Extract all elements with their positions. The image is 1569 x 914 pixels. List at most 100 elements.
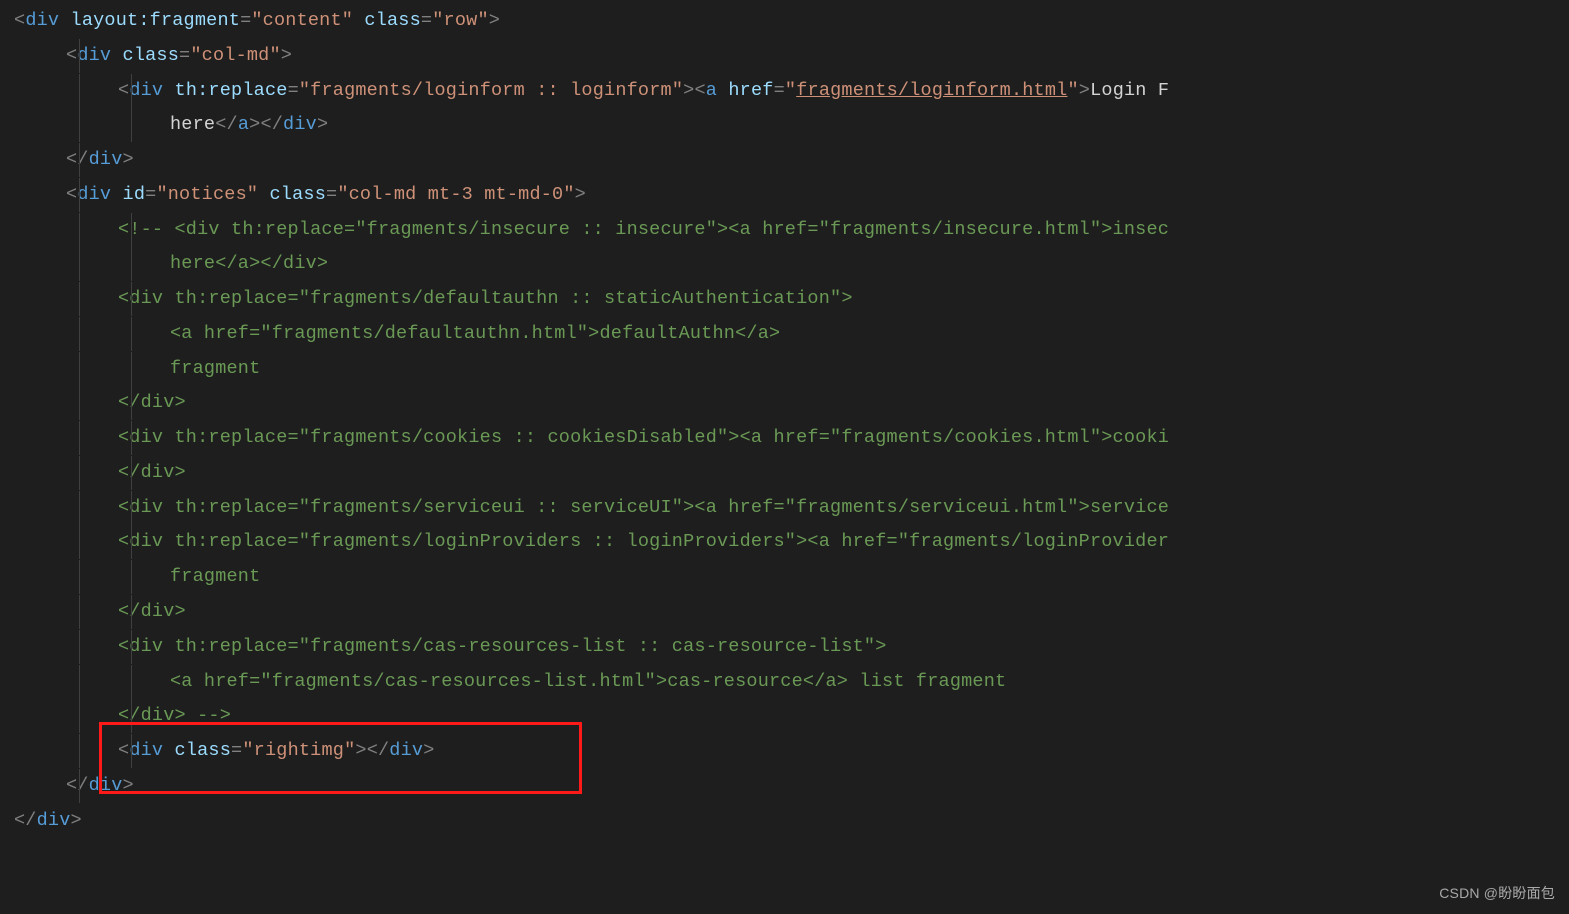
token-c: <div th:replace="fragments/cas-resources… [118, 636, 887, 657]
token-c: <div th:replace="fragments/loginProvider… [118, 531, 1169, 552]
indent-guide [79, 108, 80, 142]
token-a: class [175, 740, 232, 761]
code-line[interactable]: <div th:replace="fragments/loginform :: … [14, 74, 1569, 109]
indent-guide [79, 213, 80, 247]
indent-guide [131, 595, 132, 629]
token-c: </div> [118, 601, 186, 622]
code-line[interactable]: </div> [14, 595, 1569, 630]
code-line[interactable]: <div th:replace="fragments/cas-resources… [14, 630, 1569, 665]
indent-guide [79, 247, 80, 281]
code-line[interactable]: </div> [14, 143, 1569, 178]
token-t: div [89, 775, 123, 796]
token-c: <div th:replace="fragments/serviceui :: … [118, 497, 1169, 518]
code-line[interactable]: <div th:replace="fragments/loginProvider… [14, 525, 1569, 560]
token-p: < [118, 80, 129, 101]
code-line[interactable]: </div> [14, 386, 1569, 421]
token-t: div [283, 114, 317, 135]
token-p: < [66, 184, 77, 205]
token-t: div [129, 740, 163, 761]
code-line[interactable]: <div class="rightimg"></div> [14, 734, 1569, 769]
token-s: "col-md" [190, 45, 280, 66]
code-line[interactable]: <div layout:fragment="content" class="ro… [14, 4, 1569, 39]
token-t: a [706, 80, 717, 101]
code-line[interactable]: <div th:replace="fragments/serviceui :: … [14, 491, 1569, 526]
code-line[interactable]: <div th:replace="fragments/cookies :: co… [14, 421, 1569, 456]
token-t: div [129, 80, 163, 101]
token-p: < [118, 740, 129, 761]
token-tx [111, 45, 122, 66]
indent-guide [79, 560, 80, 594]
indent-guide [79, 143, 80, 177]
token-tx [717, 80, 728, 101]
code-line[interactable]: fragment [14, 560, 1569, 595]
token-p: = [231, 740, 242, 761]
token-c: <!-- <div th:replace="fragments/insecure… [118, 219, 1169, 240]
token-p: </ [14, 810, 37, 831]
token-t: div [25, 10, 59, 31]
token-t: div [77, 45, 111, 66]
token-p: = [145, 184, 156, 205]
indent-guide [131, 456, 132, 490]
token-p: > [1079, 80, 1090, 101]
indent-guide [79, 595, 80, 629]
token-s: "fragments/loginform :: loginform" [299, 80, 683, 101]
indent-guide [79, 39, 80, 73]
token-p: > [123, 149, 134, 170]
token-c: fragment [170, 358, 260, 379]
indent-guide [131, 352, 132, 386]
indent-guide [79, 769, 80, 803]
indent-guide [79, 74, 80, 108]
token-p: </ [66, 775, 89, 796]
token-s: "notices" [156, 184, 258, 205]
code-line[interactable]: <!-- <div th:replace="fragments/insecure… [14, 213, 1569, 248]
code-line[interactable]: <div class="col-md"> [14, 39, 1569, 74]
code-line[interactable]: here</a></div> [14, 108, 1569, 143]
token-c: <div th:replace="fragments/defaultauthn … [118, 288, 853, 309]
indent-guide [79, 352, 80, 386]
token-c: </div> --> [118, 705, 231, 726]
token-p: > [281, 45, 292, 66]
indent-guide [79, 699, 80, 733]
indent-guide [131, 421, 132, 455]
indent-guide [131, 525, 132, 559]
indent-guide [131, 213, 132, 247]
token-p: = [179, 45, 190, 66]
code-editor[interactable]: <div layout:fragment="content" class="ro… [0, 0, 1569, 838]
code-line[interactable]: fragment [14, 352, 1569, 387]
indent-guide [79, 317, 80, 351]
code-line[interactable]: <a href="fragments/defaultauthn.html">de… [14, 317, 1569, 352]
code-line[interactable]: here</a></div> [14, 247, 1569, 282]
indent-guide [79, 282, 80, 316]
token-tx [258, 184, 269, 205]
indent-guide [79, 630, 80, 664]
token-t: div [389, 740, 423, 761]
token-p: > [123, 775, 134, 796]
token-p: = [421, 10, 432, 31]
indent-guide [79, 386, 80, 420]
token-a: href [728, 80, 773, 101]
code-line[interactable]: <a href="fragments/cas-resources-list.ht… [14, 665, 1569, 700]
code-line[interactable]: </div> [14, 456, 1569, 491]
indent-guide [131, 560, 132, 594]
token-t: div [89, 149, 123, 170]
indent-guide [79, 178, 80, 212]
token-p: = [240, 10, 251, 31]
code-line[interactable]: </div> [14, 769, 1569, 804]
token-u: fragments/loginform.html [796, 80, 1067, 101]
token-t: a [238, 114, 249, 135]
token-tx [111, 184, 122, 205]
code-line[interactable]: </div> [14, 804, 1569, 839]
token-p: > [423, 740, 434, 761]
code-line[interactable]: <div id="notices" class="col-md mt-3 mt-… [14, 178, 1569, 213]
token-a: class [364, 10, 421, 31]
token-t: div [77, 184, 111, 205]
indent-guide [79, 734, 80, 768]
token-p: = [774, 80, 785, 101]
indent-guide [79, 665, 80, 699]
indent-guide [131, 386, 132, 420]
token-tx [353, 10, 364, 31]
token-p: ></ [249, 114, 283, 135]
indent-guide [131, 247, 132, 281]
code-line[interactable]: </div> --> [14, 699, 1569, 734]
code-line[interactable]: <div th:replace="fragments/defaultauthn … [14, 282, 1569, 317]
